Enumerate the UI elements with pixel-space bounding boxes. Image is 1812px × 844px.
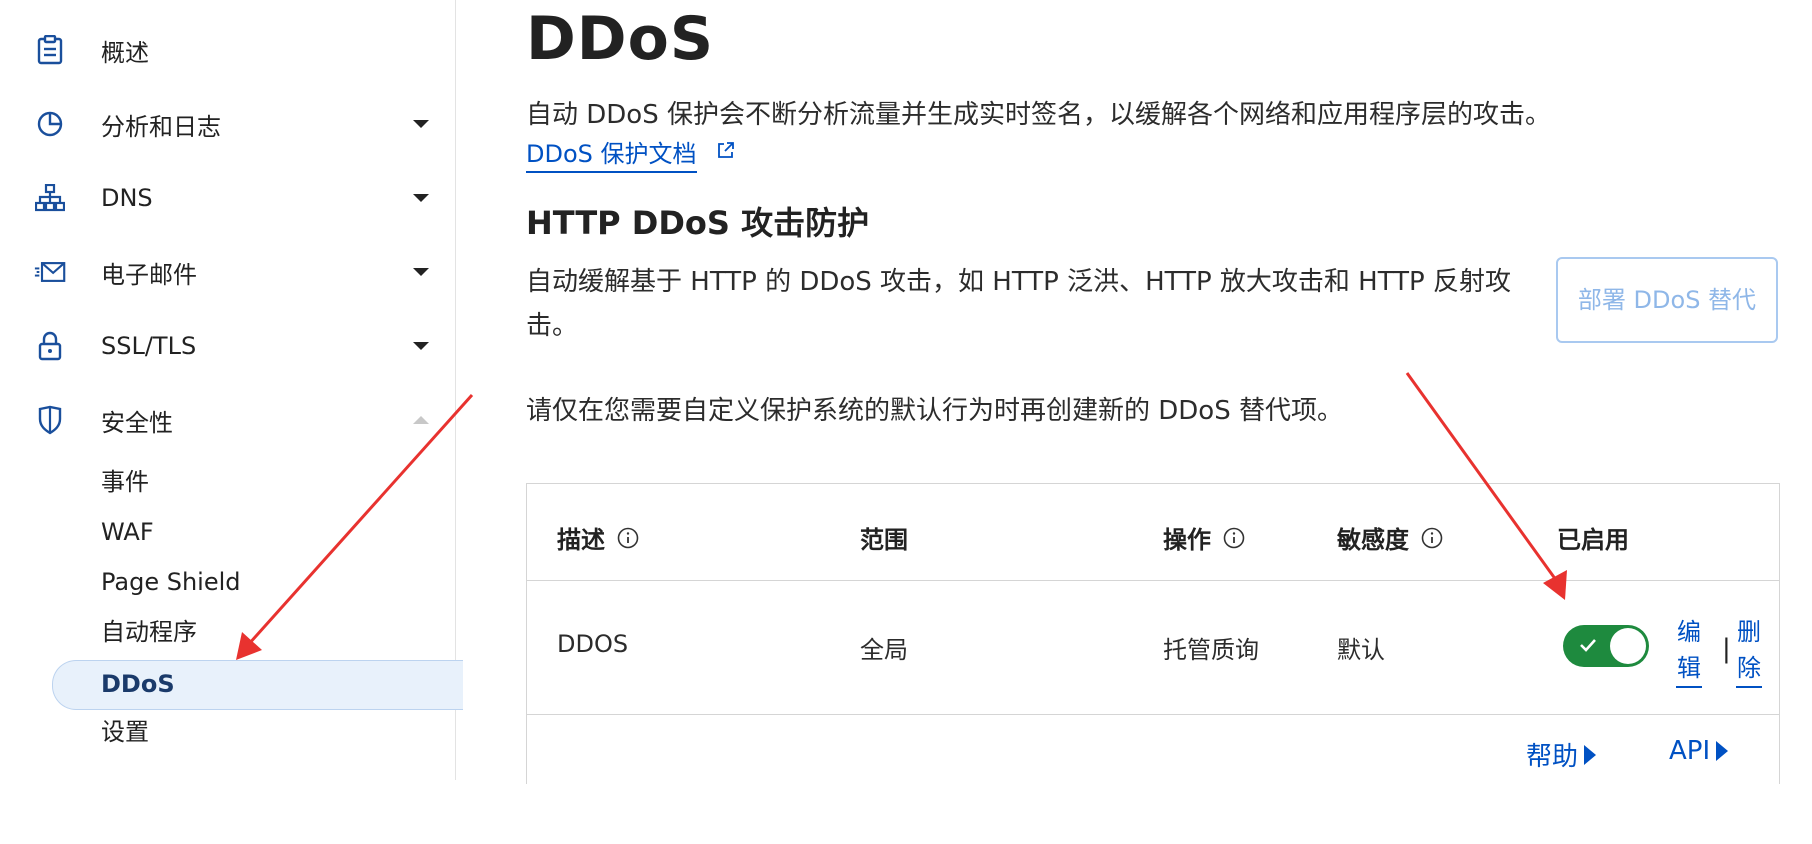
chevron-down-icon — [413, 342, 429, 350]
cell-description: DDOS — [557, 630, 629, 658]
chevron-down-icon — [413, 268, 429, 276]
ddos-docs-link[interactable]: DDoS 保护文档 — [526, 134, 697, 173]
caret-right-icon — [1716, 741, 1729, 761]
page-title: DDoS — [526, 4, 715, 74]
sidebar-item-label: DNS — [101, 184, 153, 212]
chevron-down-icon — [413, 194, 429, 202]
sidebar-subitem-settings[interactable]: 设置 — [101, 712, 149, 752]
sidebar-item-label: 电子邮件 — [101, 260, 197, 289]
email-icon — [34, 256, 66, 288]
delete-link[interactable]: 删除 — [1736, 614, 1762, 688]
sidebar-item-label: 安全性 — [101, 408, 173, 437]
clipboard-icon — [34, 34, 66, 66]
sidebar-item-email[interactable]: 电子邮件 — [0, 244, 455, 300]
help-link[interactable]: 帮助 — [1526, 736, 1597, 773]
column-header-sensitivity: 敏感度 — [1337, 520, 1443, 555]
edit-link[interactable]: 编辑 — [1676, 614, 1702, 688]
sidebar-item-overview[interactable]: 概述 — [0, 22, 455, 78]
section-description: 自动缓解基于 HTTP 的 DDoS 攻击，如 HTTP 泛洪、HTTP 放大攻… — [526, 267, 1511, 341]
sidebar-item-label: 分析和日志 — [101, 112, 221, 141]
check-icon — [1580, 639, 1596, 652]
sidebar-item-label: 概述 — [101, 38, 149, 67]
network-icon — [34, 182, 66, 214]
column-header-label: 范围 — [860, 526, 908, 554]
info-icon[interactable] — [617, 527, 639, 549]
column-header-action: 操作 — [1163, 520, 1245, 555]
sidebar-item-security[interactable]: 安全性 — [0, 392, 455, 448]
cell-action: 托管质询 — [1163, 636, 1259, 664]
sidebar: 概述 分析和日志 DNS 电子邮件 SSL/TLS 安全性 事件 WAF Pag… — [0, 0, 463, 780]
caret-right-icon — [1584, 744, 1597, 765]
sidebar-subitem-ddos[interactable]: DDoS — [101, 664, 175, 704]
action-separator: | — [1722, 634, 1731, 664]
help-link-label: 帮助 — [1526, 742, 1579, 772]
chevron-up-icon — [413, 416, 429, 424]
column-header-description: 描述 — [557, 520, 639, 555]
sidebar-item-label: SSL/TLS — [101, 332, 197, 360]
page-description: 自动 DDoS 保护会不断分析流量并生成实时签名，以缓解各个网络和应用程序层的攻… — [526, 100, 1551, 130]
column-header-enabled: 已启用 — [1557, 520, 1629, 555]
sidebar-item-analytics[interactable]: 分析和日志 — [0, 96, 455, 152]
toggle-knob — [1610, 628, 1646, 664]
sidebar-item-dns[interactable]: DNS — [0, 170, 455, 226]
api-link[interactable]: API — [1669, 736, 1729, 766]
overrides-table: 描述 范围 操作 敏感度 已启用 DDOS 全局 托管质询 默认 编辑 | 删除… — [526, 483, 1780, 784]
cell-scope: 全局 — [860, 636, 908, 664]
override-notice: 请仅在您需要自定义保护系统的默认行为时再创建新的 DDoS 替代项。 — [526, 396, 1343, 426]
shield-icon — [34, 404, 66, 436]
api-link-label: API — [1669, 736, 1711, 766]
lock-icon — [34, 330, 66, 362]
sidebar-subitem-bots[interactable]: 自动程序 — [101, 612, 197, 652]
column-header-label: 描述 — [557, 526, 605, 554]
section-title: HTTP DDoS 攻击防护 — [526, 204, 870, 242]
chevron-down-icon — [413, 120, 429, 128]
external-link-icon — [716, 140, 736, 160]
pie-chart-icon — [34, 108, 66, 140]
column-header-label: 已启用 — [1557, 526, 1629, 554]
column-header-label: 敏感度 — [1337, 526, 1409, 554]
sidebar-subitem-events[interactable]: 事件 — [101, 462, 149, 502]
row-divider — [527, 580, 1779, 581]
column-header-label: 操作 — [1163, 526, 1211, 554]
deploy-ddos-override-button[interactable]: 部署 DDoS 替代 — [1556, 257, 1778, 343]
sidebar-subitem-page-shield[interactable]: Page Shield — [101, 562, 241, 602]
enabled-toggle[interactable] — [1563, 625, 1649, 667]
row-divider — [527, 714, 1779, 715]
column-header-scope: 范围 — [860, 520, 908, 555]
sidebar-item-ssl-tls[interactable]: SSL/TLS — [0, 318, 455, 374]
info-icon[interactable] — [1223, 527, 1245, 549]
cell-sensitivity: 默认 — [1337, 636, 1385, 664]
info-icon[interactable] — [1421, 527, 1443, 549]
sidebar-subitem-waf[interactable]: WAF — [101, 512, 154, 552]
